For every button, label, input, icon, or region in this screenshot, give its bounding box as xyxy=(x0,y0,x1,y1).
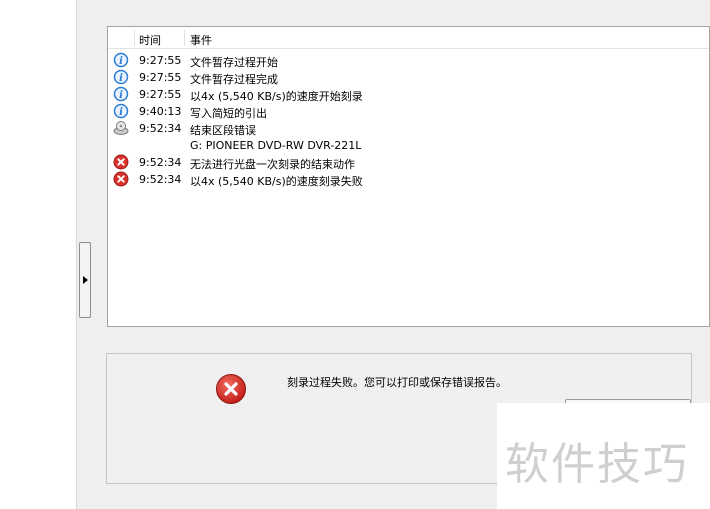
header-divider xyxy=(184,30,185,46)
log-row[interactable]: G: PIONEER DVD-RW DVR-221L xyxy=(108,137,709,154)
log-event: 结束区段错误 xyxy=(190,124,256,137)
log-event: 写入简短的引出 xyxy=(190,107,267,120)
log-event: 无法进行光盘一次刻录的结束动作 xyxy=(190,158,355,171)
log-event: G: PIONEER DVD-RW DVR-221L xyxy=(190,139,362,152)
info-icon: i xyxy=(113,52,129,68)
log-event: 以4x (5,540 KB/s)的速度开始刻录 xyxy=(190,90,363,103)
error-icon xyxy=(113,154,129,170)
event-log[interactable]: 时间 事件 i 9:27:55 文件暂存过程开始 i 9:27:55 文件暂存过… xyxy=(107,26,710,327)
log-row[interactable]: i 9:40:13 写入简短的引出 xyxy=(108,103,709,120)
expand-panel-button[interactable] xyxy=(79,242,91,318)
column-header-time[interactable]: 时间 xyxy=(139,32,161,48)
log-row[interactable]: 9:52:34 无法进行光盘一次刻录的结束动作 xyxy=(108,154,709,171)
info-icon: i xyxy=(113,69,129,85)
log-row[interactable]: 9:52:34 结束区段错误 xyxy=(108,120,709,137)
header-divider xyxy=(134,30,135,46)
drive-icon xyxy=(113,121,129,135)
log-event: 文件暂存过程完成 xyxy=(190,73,278,86)
log-time: 9:52:34 xyxy=(139,122,182,135)
svg-text:i: i xyxy=(119,107,123,118)
log-time: 9:52:34 xyxy=(139,156,182,169)
log-row[interactable]: i 9:27:55 文件暂存过程完成 xyxy=(108,69,709,86)
log-event: 以4x (5,540 KB/s)的速度刻录失败 xyxy=(190,175,363,188)
log-row[interactable]: i 9:27:55 以4x (5,540 KB/s)的速度开始刻录 xyxy=(108,86,709,103)
log-time: 9:27:55 xyxy=(139,71,182,84)
error-icon xyxy=(216,374,246,404)
log-row[interactable]: 9:52:34 以4x (5,540 KB/s)的速度刻录失败 xyxy=(108,171,709,188)
log-time: 9:40:13 xyxy=(139,105,182,118)
info-icon: i xyxy=(113,103,129,119)
watermark-text: 软件技巧 xyxy=(505,439,689,490)
svg-text:i: i xyxy=(119,73,123,84)
chevron-right-icon xyxy=(83,276,88,284)
log-header: 时间 事件 xyxy=(108,27,709,49)
log-time: 9:27:55 xyxy=(139,88,182,101)
left-sidebar xyxy=(0,0,77,509)
log-time: 9:52:34 xyxy=(139,173,182,186)
log-row[interactable]: i 9:27:55 文件暂存过程开始 xyxy=(108,52,709,69)
svg-text:i: i xyxy=(119,56,123,67)
info-icon: i xyxy=(113,86,129,102)
svg-text:i: i xyxy=(119,90,123,101)
log-time: 9:27:55 xyxy=(139,54,182,67)
error-message: 刻录过程失败。您可以打印或保存错误报告。 xyxy=(287,376,507,389)
column-header-event[interactable]: 事件 xyxy=(190,32,212,48)
error-icon xyxy=(113,171,129,187)
log-event: 文件暂存过程开始 xyxy=(190,56,278,69)
